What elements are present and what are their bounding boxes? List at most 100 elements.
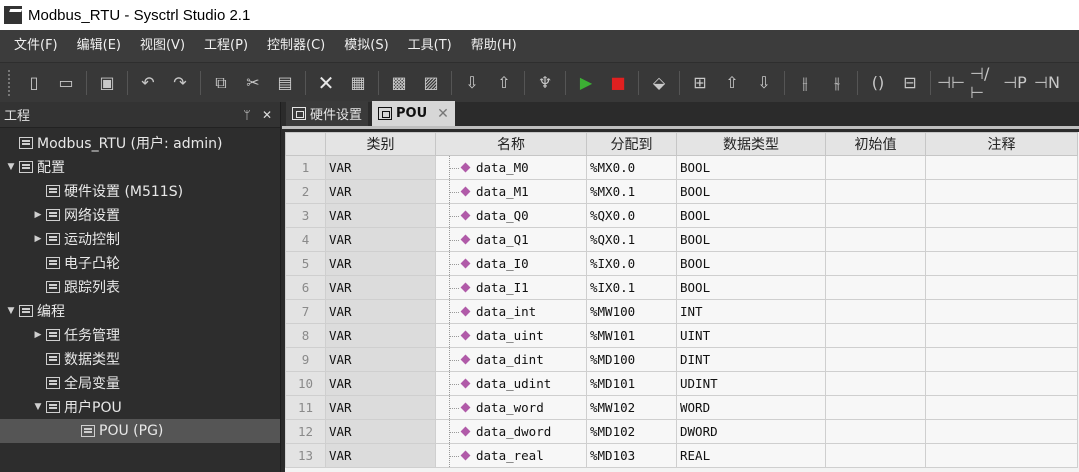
data-type-cell[interactable]: INT: [676, 299, 826, 324]
initial-value-cell[interactable]: [825, 371, 926, 396]
name-cell[interactable]: data_word: [435, 395, 587, 420]
monitor-icon[interactable]: ♆: [532, 70, 558, 96]
name-cell[interactable]: data_dword: [435, 419, 587, 444]
comment-cell[interactable]: [925, 323, 1078, 348]
comment-cell[interactable]: [925, 203, 1078, 228]
column-header-initial-value[interactable]: 初始值: [825, 132, 926, 156]
contact-nc-icon[interactable]: ⫲: [792, 70, 818, 96]
category-cell[interactable]: VAR: [325, 299, 436, 324]
category-cell[interactable]: VAR: [325, 203, 436, 228]
paste-icon[interactable]: ▤: [272, 70, 298, 96]
data-type-cell[interactable]: REAL: [676, 443, 826, 468]
data-type-cell[interactable]: BOOL: [676, 227, 826, 252]
name-cell[interactable]: data_I1: [435, 275, 587, 300]
redo-icon[interactable]: ↷: [167, 70, 193, 96]
diagnostic-icon[interactable]: ⬙: [646, 70, 672, 96]
rising-edge-icon[interactable]: ⊣P: [1002, 70, 1028, 96]
run-icon[interactable]: ▶: [573, 70, 599, 96]
table-row[interactable]: 3 VAR data_Q0 %QX0.0 BOOL: [285, 203, 1078, 228]
download-icon[interactable]: ⇩: [459, 70, 485, 96]
expanded-arrow-icon[interactable]: ▼: [5, 162, 17, 172]
comment-cell[interactable]: [925, 371, 1078, 396]
address-cell[interactable]: %QX0.1: [586, 227, 677, 252]
tree-item[interactable]: ▼ 配置: [0, 155, 280, 179]
comment-cell[interactable]: [925, 155, 1078, 180]
menu-file[interactable]: 文件(F): [6, 34, 66, 58]
tree-item[interactable]: ▶ 运动控制: [0, 227, 280, 251]
compile-icon[interactable]: ▦: [345, 70, 371, 96]
contact-no-icon[interactable]: ⫳: [824, 70, 850, 96]
name-cell[interactable]: data_int: [435, 299, 587, 324]
data-type-cell[interactable]: UDINT: [676, 371, 826, 396]
menu-help[interactable]: 帮助(H): [463, 34, 525, 58]
initial-value-cell[interactable]: [825, 251, 926, 276]
new-file-icon[interactable]: ▯: [21, 70, 47, 96]
insert-row-icon[interactable]: ⊞: [687, 70, 713, 96]
tab-pou[interactable]: POU ✕: [372, 101, 455, 126]
comment-cell[interactable]: [925, 227, 1078, 252]
name-cell[interactable]: data_Q0: [435, 203, 587, 228]
menu-simulate[interactable]: 模拟(S): [336, 34, 396, 58]
menu-project[interactable]: 工程(P): [196, 34, 256, 58]
table-row[interactable]: 4 VAR data_Q1 %QX0.1 BOOL: [285, 227, 1078, 252]
tree-item[interactable]: 数据类型: [0, 347, 280, 371]
close-panel-icon[interactable]: ✕: [260, 108, 274, 122]
name-cell[interactable]: data_udint: [435, 371, 587, 396]
tree-item[interactable]: 跟踪列表: [0, 275, 280, 299]
initial-value-cell[interactable]: [825, 275, 926, 300]
table-row[interactable]: 9 VAR data_dint %MD100 DINT: [285, 347, 1078, 372]
move-down-icon[interactable]: ⇩: [751, 70, 777, 96]
column-header-category[interactable]: 类别: [325, 132, 436, 156]
move-up-icon[interactable]: ⇧: [719, 70, 745, 96]
data-type-cell[interactable]: UINT: [676, 323, 826, 348]
open-folder-icon[interactable]: ▭: [53, 70, 79, 96]
initial-value-cell[interactable]: [825, 323, 926, 348]
clean-icon[interactable]: ▨: [418, 70, 444, 96]
initial-value-cell[interactable]: [825, 419, 926, 444]
table-row[interactable]: 7 VAR data_int %MW100 INT: [285, 299, 1078, 324]
name-cell[interactable]: data_I0: [435, 251, 587, 276]
address-cell[interactable]: %MD102: [586, 419, 677, 444]
comment-cell[interactable]: [925, 419, 1078, 444]
data-type-cell[interactable]: BOOL: [676, 179, 826, 204]
comment-cell[interactable]: [925, 251, 1078, 276]
table-row[interactable]: 6 VAR data_I1 %IX0.1 BOOL: [285, 275, 1078, 300]
comment-cell[interactable]: [925, 299, 1078, 324]
address-cell[interactable]: %MD101: [586, 371, 677, 396]
pin-icon[interactable]: ᛘ: [240, 108, 254, 122]
initial-value-cell[interactable]: [825, 443, 926, 468]
tree-item[interactable]: ▶ 任务管理: [0, 323, 280, 347]
contact-icon[interactable]: ⊣⊢: [937, 70, 965, 96]
function-block-icon[interactable]: ⊟: [897, 70, 923, 96]
column-header-address[interactable]: 分配到: [586, 132, 677, 156]
category-cell[interactable]: VAR: [325, 443, 436, 468]
tab-hardware-settings[interactable]: 硬件设置: [286, 101, 369, 126]
delete-icon[interactable]: ✕: [313, 70, 339, 96]
comment-cell[interactable]: [925, 275, 1078, 300]
toolbar-grip[interactable]: [8, 69, 12, 96]
collapsed-arrow-icon[interactable]: ▶: [32, 234, 44, 244]
name-cell[interactable]: data_Q1: [435, 227, 587, 252]
table-row[interactable]: 8 VAR data_uint %MW101 UINT: [285, 323, 1078, 348]
comment-cell[interactable]: [925, 179, 1078, 204]
copy-icon[interactable]: ⧉: [208, 70, 234, 96]
address-cell[interactable]: %IX0.1: [586, 275, 677, 300]
save-icon[interactable]: ▣: [94, 70, 120, 96]
data-type-cell[interactable]: BOOL: [676, 203, 826, 228]
cut-icon[interactable]: ✂: [240, 70, 266, 96]
address-cell[interactable]: %MD100: [586, 347, 677, 372]
tree-item[interactable]: 电子凸轮: [0, 251, 280, 275]
table-row[interactable]: 12 VAR data_dword %MD102 DWORD: [285, 419, 1078, 444]
build-icon[interactable]: ▩: [386, 70, 412, 96]
name-cell[interactable]: data_uint: [435, 323, 587, 348]
table-row[interactable]: 13 VAR data_real %MD103 REAL: [285, 443, 1078, 468]
initial-value-cell[interactable]: [825, 203, 926, 228]
table-row[interactable]: 11 VAR data_word %MW102 WORD: [285, 395, 1078, 420]
address-cell[interactable]: %MW102: [586, 395, 677, 420]
data-type-cell[interactable]: WORD: [676, 395, 826, 420]
comment-cell[interactable]: [925, 347, 1078, 372]
category-cell[interactable]: VAR: [325, 155, 436, 180]
name-cell[interactable]: data_real: [435, 443, 587, 468]
name-cell[interactable]: data_dint: [435, 347, 587, 372]
category-cell[interactable]: VAR: [325, 275, 436, 300]
